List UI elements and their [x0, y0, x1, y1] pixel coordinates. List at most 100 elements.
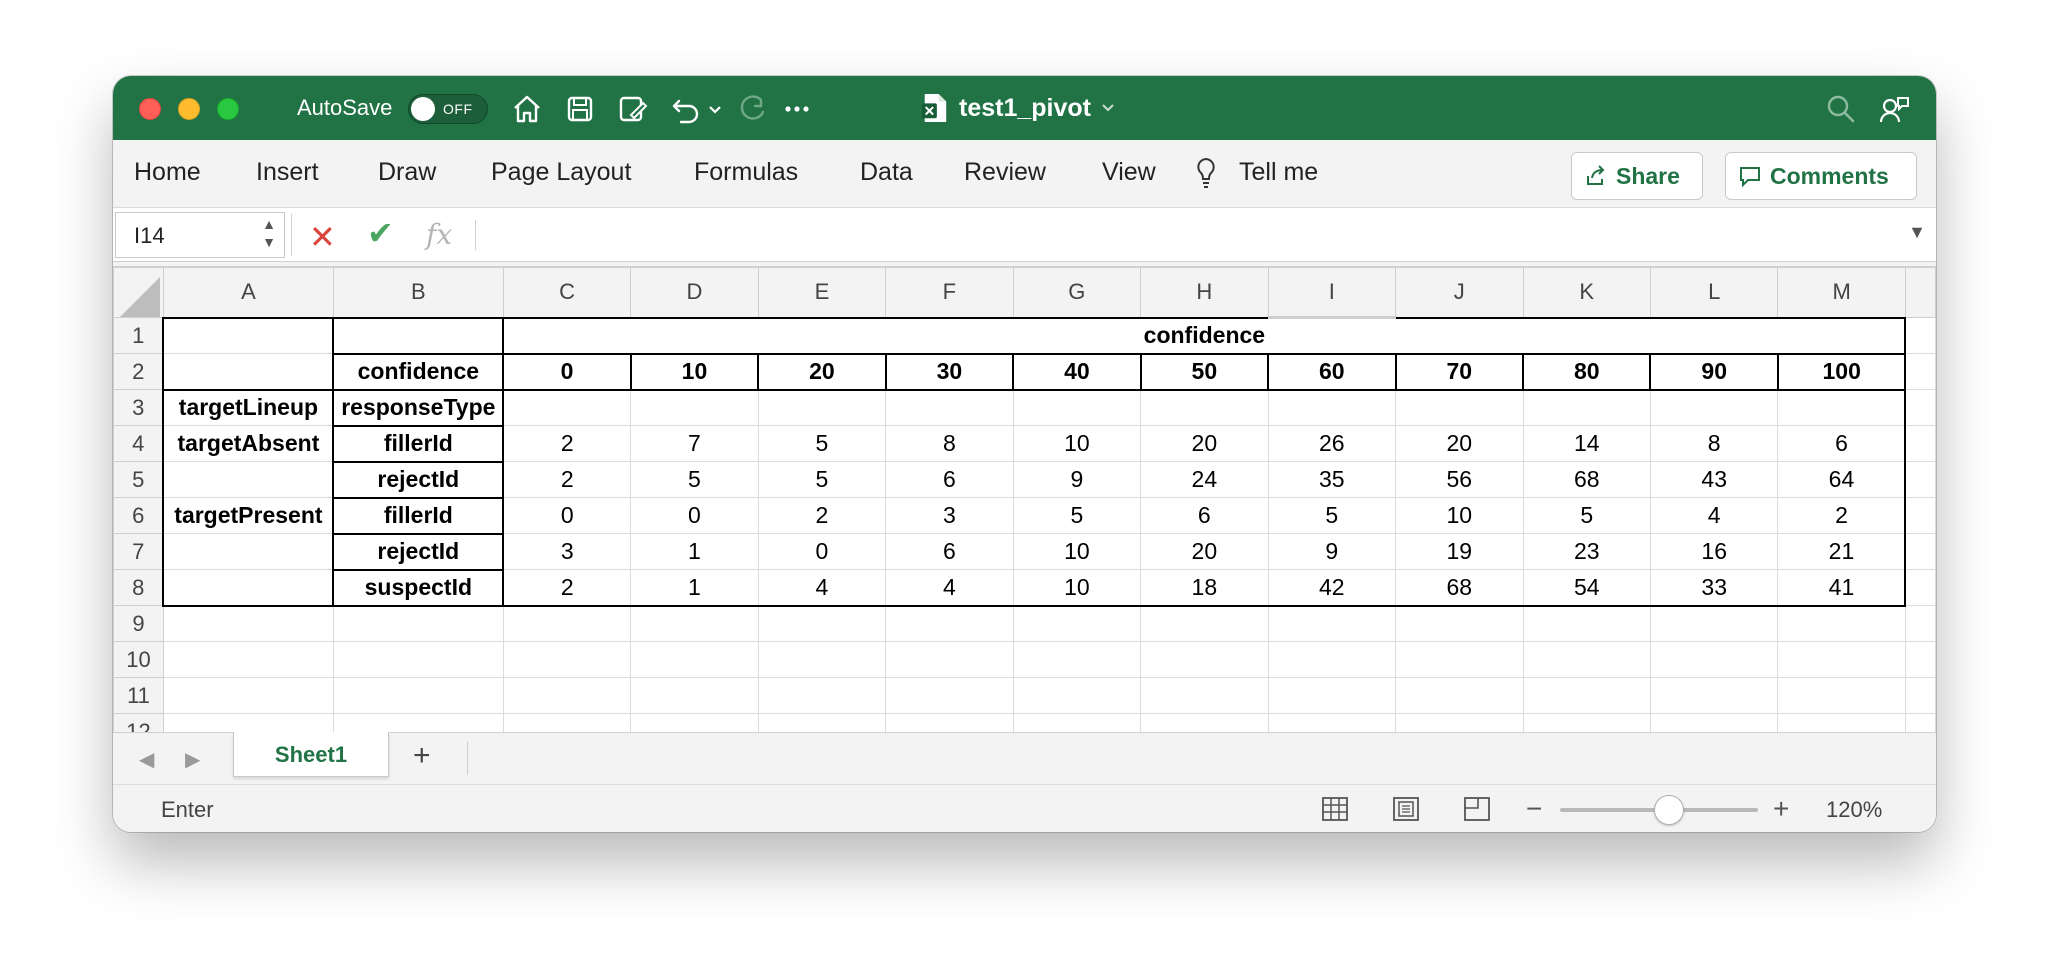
cell[interactable] [332, 316, 505, 354]
next-sheet-icon[interactable]: ▶ [185, 747, 200, 772]
cell[interactable]: confidence [332, 352, 505, 390]
cell[interactable] [1649, 677, 1779, 714]
save-icon[interactable] [563, 92, 597, 126]
cell[interactable]: 6 [885, 533, 1014, 570]
row-header[interactable]: 6 [113, 497, 164, 534]
cell[interactable]: 4 [1649, 497, 1779, 534]
cell[interactable]: 10 [1395, 497, 1524, 534]
column-header-c[interactable]: C [502, 267, 632, 318]
cell[interactable] [757, 388, 887, 426]
undo-icon[interactable] [669, 92, 703, 126]
cell[interactable]: 35 [1267, 461, 1397, 498]
cell[interactable] [162, 353, 335, 390]
cell[interactable]: 4 [757, 569, 887, 607]
cell[interactable] [885, 388, 1014, 426]
tab-formulas[interactable]: Formulas [694, 158, 798, 187]
row-header[interactable]: 8 [113, 569, 164, 606]
add-sheet-icon[interactable]: + [413, 739, 431, 773]
cell[interactable] [1012, 388, 1142, 426]
tab-review[interactable]: Review [964, 158, 1046, 187]
cell[interactable]: rejectId [332, 532, 505, 570]
cell[interactable] [630, 677, 759, 714]
cell[interactable]: 5 [1267, 497, 1397, 534]
cell[interactable] [885, 713, 1014, 732]
cell[interactable]: 3 [502, 533, 632, 570]
cell[interactable] [162, 605, 334, 642]
column-header-k[interactable]: K [1522, 267, 1651, 318]
column-header-m[interactable]: M [1777, 267, 1906, 318]
cell[interactable] [332, 713, 504, 732]
cell[interactable]: 26 [1267, 425, 1397, 462]
cell[interactable]: 16 [1649, 533, 1779, 570]
cell[interactable] [1522, 641, 1651, 678]
cell[interactable]: 0 [630, 497, 759, 534]
page-break-view-icon[interactable] [1462, 795, 1492, 823]
cell[interactable]: 20 [1395, 425, 1524, 462]
column-header-e[interactable]: E [757, 267, 887, 318]
normal-view-icon[interactable] [1320, 795, 1350, 823]
cell[interactable]: 8 [885, 425, 1014, 462]
column-header-h[interactable]: H [1140, 267, 1269, 318]
cell[interactable]: 60 [1267, 352, 1397, 391]
row-header[interactable]: 10 [113, 641, 164, 678]
cell[interactable] [1140, 605, 1269, 642]
cell[interactable] [1267, 677, 1397, 714]
select-all-corner[interactable] [113, 267, 164, 318]
cell[interactable] [1012, 677, 1142, 714]
cell[interactable]: 3 [885, 497, 1014, 534]
row-header[interactable]: 7 [113, 533, 164, 570]
cell[interactable]: 5 [1012, 497, 1142, 534]
cell[interactable]: 2 [502, 425, 632, 462]
cell[interactable] [1522, 713, 1651, 732]
cell[interactable] [1395, 713, 1524, 732]
cell[interactable]: 80 [1521, 352, 1652, 391]
column-header-d[interactable]: D [630, 267, 759, 318]
cell[interactable] [162, 461, 335, 498]
cell[interactable] [162, 641, 334, 678]
cell[interactable] [162, 677, 334, 714]
cell[interactable]: 20 [1140, 533, 1269, 570]
tab-insert[interactable]: Insert [256, 158, 319, 187]
cell[interactable] [630, 641, 759, 678]
page-layout-view-icon[interactable] [1391, 795, 1421, 823]
cell[interactable]: 21 [1777, 533, 1907, 570]
row-header[interactable]: 5 [113, 461, 164, 498]
cell[interactable]: 54 [1522, 569, 1651, 607]
cell[interactable]: 70 [1394, 352, 1525, 391]
column-header-l[interactable]: L [1649, 267, 1779, 318]
cell[interactable]: 9 [1267, 533, 1397, 570]
column-header-i[interactable]: I [1267, 267, 1397, 319]
cell[interactable] [885, 605, 1014, 642]
cell[interactable]: 56 [1395, 461, 1524, 498]
row-header[interactable]: 12 [113, 713, 164, 732]
cell[interactable]: 5 [630, 461, 759, 498]
column-header-f[interactable]: F [885, 267, 1014, 318]
cell[interactable] [1012, 641, 1142, 678]
home-icon[interactable] [510, 92, 544, 126]
cell[interactable] [1777, 641, 1906, 678]
cell[interactable] [1395, 605, 1524, 642]
cell[interactable] [630, 605, 759, 642]
account-icon[interactable] [1878, 92, 1912, 126]
cell[interactable]: responseType [332, 388, 505, 426]
tab-draw[interactable]: Draw [378, 158, 436, 187]
cell[interactable] [162, 533, 335, 570]
cell[interactable] [1777, 388, 1907, 426]
cell[interactable]: 24 [1140, 461, 1269, 498]
cell[interactable]: 5 [1522, 497, 1651, 534]
cell[interactable] [1267, 713, 1397, 732]
tab-view[interactable]: View [1102, 158, 1156, 187]
zoom-out-icon[interactable]: − [1526, 793, 1542, 825]
comments-button[interactable]: Comments [1725, 152, 1917, 200]
column-header-g[interactable]: G [1012, 267, 1142, 318]
row-header[interactable]: 3 [113, 389, 164, 426]
cell[interactable]: 100 [1776, 352, 1907, 391]
cell[interactable]: 20 [1140, 425, 1269, 462]
cell[interactable]: 8 [1649, 425, 1779, 462]
cell[interactable]: 0 [502, 497, 632, 534]
cell[interactable] [332, 677, 504, 714]
tab-tell-me[interactable]: Tell me [1239, 158, 1318, 187]
cell[interactable] [757, 605, 887, 642]
cell[interactable]: 6 [885, 461, 1014, 498]
zoom-in-icon[interactable]: + [1773, 793, 1789, 825]
